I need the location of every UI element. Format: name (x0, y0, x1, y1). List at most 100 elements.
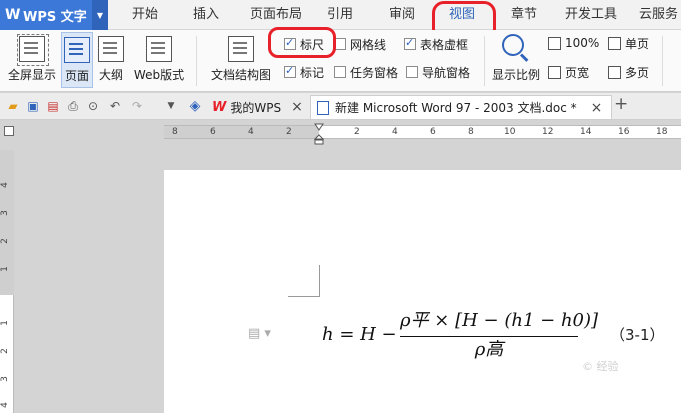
menu-review[interactable]: 审阅 (382, 0, 422, 30)
ruler-tick: 4 (248, 127, 254, 137)
menu-chapter[interactable]: 章节 (504, 0, 544, 30)
print-preview-icon[interactable]: ⊙ (86, 99, 100, 113)
tab-document-label: 新建 Microsoft Word 97 - 2003 文档.doc * (335, 101, 577, 115)
fullscreen-label: 全屏显示 (7, 68, 56, 82)
tab-my-wps-label: 我的WPS (230, 100, 282, 115)
fullscreen-icon (17, 34, 49, 66)
menu-developer[interactable]: 开发工具 (562, 0, 620, 30)
marks-option[interactable]: 标记 (284, 63, 324, 81)
table-borders-label: 表格虚框 (420, 37, 469, 52)
menu-cloud[interactable]: 云服务 (636, 0, 681, 30)
nav-pane-label: 导航窗格 (422, 65, 471, 80)
gridlines-option[interactable]: 网格线 (334, 35, 386, 53)
watermark: © 经验 (582, 360, 619, 373)
zoom-100-icon (548, 36, 561, 50)
menu-home[interactable]: 开始 (122, 0, 168, 30)
single-page-button[interactable]: 单页 (608, 34, 649, 52)
web-layout-button[interactable]: Web版式 (130, 32, 188, 88)
page-view-button[interactable]: 页面 (61, 32, 93, 88)
page-width-icon (548, 65, 561, 79)
equation-denominator: ρ高 (474, 339, 504, 360)
ribbon-divider (484, 36, 485, 86)
ruler-tick: 1 (0, 266, 10, 272)
web-layout-icon (146, 36, 172, 62)
chevron-down-icon[interactable]: ▼ (92, 0, 108, 30)
vertical-ruler[interactable]: 4 3 2 1 1 2 3 4 (0, 150, 14, 413)
equation-number: （3-1） (610, 326, 665, 344)
zoom-label: 显示比例 (491, 68, 540, 82)
close-icon[interactable]: × (291, 99, 303, 115)
margin-corner-mark (288, 265, 320, 297)
close-icon[interactable]: × (591, 100, 603, 116)
zoom-icon (502, 34, 524, 56)
ruler-tick: 18 (656, 127, 668, 137)
ruler-tick: 4 (0, 402, 10, 408)
print-icon[interactable]: ⎙ (66, 99, 80, 113)
ruler-tick: 3 (0, 376, 10, 382)
ruler-tick: 2 (286, 127, 292, 137)
table-borders-checkbox[interactable] (404, 36, 416, 50)
tab-stop-selector[interactable] (4, 126, 14, 136)
task-pane-label: 任务窗格 (350, 65, 399, 80)
nav-pane-checkbox[interactable] (406, 66, 418, 78)
ruler-tick: 2 (0, 238, 10, 244)
document-page[interactable] (164, 170, 681, 413)
ruler-tick: 14 (580, 127, 592, 137)
cube-icon: ◈ (189, 98, 201, 114)
ruler-margin-top (0, 150, 14, 295)
table-borders-option[interactable]: 表格虚框 (404, 35, 468, 53)
doc-structure-label: 文档结构图 (210, 68, 271, 82)
tab-bar: ▰ ▣ ▤ ⎙ ⊙ ↶ ↷ ▼ ◈ W 我的WPS × 新建 Microsoft… (0, 93, 681, 120)
outline-button[interactable]: 大纲 (96, 32, 126, 88)
task-pane-option[interactable]: 任务窗格 (334, 63, 398, 81)
web-layout-label: Web版式 (133, 68, 185, 82)
redo-icon[interactable]: ↷ (130, 99, 144, 113)
multi-page-button[interactable]: 多页 (608, 63, 649, 81)
horizontal-ruler[interactable]: 8 6 4 2 2 4 6 8 10 12 14 16 18 (164, 125, 681, 139)
page-width-button[interactable]: 页宽 (548, 63, 589, 81)
add-tab-icon[interactable]: + (614, 96, 628, 113)
tab-document[interactable]: 新建 Microsoft Word 97 - 2003 文档.doc * × (310, 95, 612, 119)
multi-page-icon (608, 65, 621, 79)
multi-page-label: 多页 (625, 65, 650, 80)
zoom-100-label: 100% (565, 36, 600, 50)
equation-lhs: h = H − (322, 324, 397, 345)
ruler-tick: 6 (430, 127, 436, 137)
ruler-tick: 2 (0, 348, 10, 354)
nav-pane-option[interactable]: 导航窗格 (406, 63, 470, 81)
page-view-icon (64, 37, 90, 63)
app-title: WPS 文字 (23, 9, 87, 25)
export-pdf-icon[interactable]: ▤ (46, 99, 60, 113)
menu-insert[interactable]: 插入 (186, 0, 226, 30)
paragraph-layout-icon[interactable]: ▤ ▾ (248, 326, 271, 341)
undo-icon[interactable]: ↶ (108, 99, 122, 113)
tab-my-wps[interactable]: W 我的WPS × (212, 95, 303, 119)
menu-bar: W WPS 文字 ▼ 开始 插入 页面布局 引用 审阅 视图 章节 开发工具 云… (0, 0, 681, 30)
ruler-tick: 3 (0, 210, 10, 216)
menu-page-layout[interactable]: 页面布局 (246, 0, 306, 30)
equation-fraction: ρ平 × [H − (h1 − h0)] ρ高 (400, 306, 598, 363)
customize-chevron-down-icon[interactable]: ▼ (164, 99, 178, 113)
indent-marker-icon[interactable] (314, 123, 324, 145)
ruler-tick: 6 (210, 127, 216, 137)
menu-references[interactable]: 引用 (320, 0, 360, 30)
ruler-margin-left (164, 126, 319, 138)
wps-logo-icon: W (5, 7, 21, 23)
page-width-label: 页宽 (565, 65, 590, 80)
ruler-tick: 8 (468, 127, 474, 137)
ribbon-divider (662, 36, 663, 86)
zoom-100-button[interactable]: 100% (548, 34, 599, 52)
outline-label: 大纲 (98, 68, 123, 82)
open-folder-icon[interactable]: ▰ (6, 99, 20, 113)
wps-red-logo-icon: W (212, 99, 227, 115)
single-page-icon (608, 36, 621, 50)
save-icon[interactable]: ▣ (26, 99, 40, 113)
marks-checkbox[interactable] (284, 64, 296, 78)
app-menu-button[interactable]: W WPS 文字 ▼ (0, 0, 108, 30)
fullscreen-button[interactable]: 全屏显示 (6, 32, 58, 88)
ribbon-view: 全屏显示 页面 大纲 Web版式 文档结构图 标尺 网格线 表格虚框 标记 任务… (0, 30, 681, 92)
ruler-tick: 4 (392, 127, 398, 137)
task-pane-checkbox[interactable] (334, 66, 346, 78)
ruler-tick: 4 (0, 182, 10, 188)
ruler-tick: 1 (0, 320, 10, 326)
